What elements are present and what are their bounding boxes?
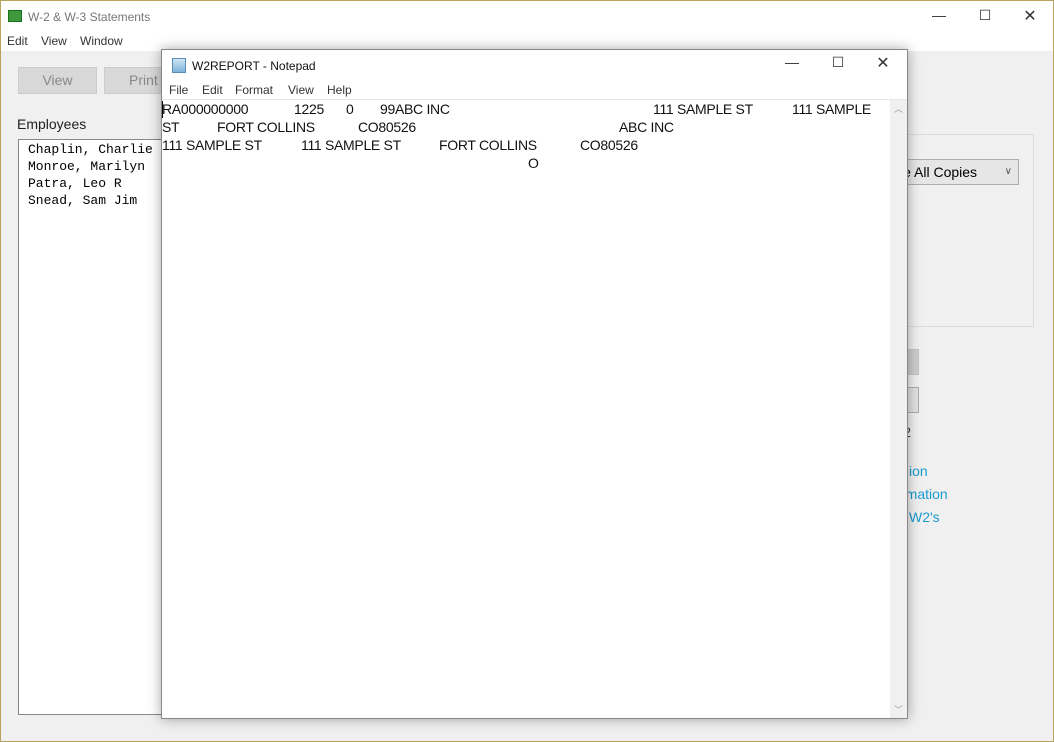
notepad-menu-bar: File Edit Format View Help xyxy=(162,80,907,100)
list-item[interactable]: Snead, Sam Jim xyxy=(28,192,168,209)
minimize-button[interactable]: — xyxy=(916,7,962,23)
menu-edit[interactable]: Edit xyxy=(202,83,223,97)
menu-view[interactable]: View xyxy=(288,83,314,97)
list-item[interactable]: Patra, Leo R xyxy=(28,175,168,192)
list-item[interactable]: Chaplin, Charlie xyxy=(28,141,168,158)
menu-help[interactable]: Help xyxy=(327,83,352,97)
app-icon xyxy=(8,10,22,22)
scroll-up-icon[interactable]: ︿ xyxy=(894,102,903,115)
view-button[interactable]: View xyxy=(18,67,97,94)
notepad-minimize-button[interactable]: — xyxy=(769,54,815,70)
text-token: RA000000000 xyxy=(162,101,249,117)
text-token: ST xyxy=(162,119,180,135)
text-token: 111 SAMPLE ST xyxy=(301,137,401,153)
text-token: CO80526 xyxy=(580,137,638,153)
text-token: 111 SAMPLE ST xyxy=(653,101,753,117)
menu-view[interactable]: View xyxy=(41,34,67,48)
menu-file[interactable]: File xyxy=(169,83,188,97)
text-token: ABC INC xyxy=(619,119,674,135)
vertical-scrollbar[interactable]: ︿ ﹀ xyxy=(890,100,907,718)
text-token: 0 xyxy=(346,101,354,117)
menu-format[interactable]: Format xyxy=(235,83,273,97)
menu-edit[interactable]: Edit xyxy=(7,34,28,48)
list-item[interactable]: Monroe, Marilyn xyxy=(28,158,168,175)
text-caret xyxy=(162,101,163,118)
text-token: 1225 xyxy=(294,101,324,117)
notepad-maximize-button[interactable]: ☐ xyxy=(815,54,861,71)
notepad-close-button[interactable]: ✕ xyxy=(860,53,906,73)
chevron-down-icon: ∨ xyxy=(1004,166,1012,177)
text-token: FORT COLLINS xyxy=(217,119,315,135)
employees-label: Employees xyxy=(17,116,87,132)
text-token: 99ABC INC xyxy=(380,101,450,117)
window-title: W-2 & W-3 Statements xyxy=(28,10,151,24)
menu-bar: Edit View Window xyxy=(1,31,1053,51)
notepad-window: W2REPORT - Notepad — ☐ ✕ File Edit Forma… xyxy=(161,49,908,719)
text-token: FORT COLLINS xyxy=(439,137,537,153)
notepad-text-area[interactable]: RA000000000 1225 0 99ABC INC 111 SAMPLE ST 11… xyxy=(162,100,890,718)
close-button[interactable]: ✕ xyxy=(1007,6,1053,26)
text-token: 111 SAMPLE ST xyxy=(162,137,262,153)
maximize-button[interactable]: ☐ xyxy=(962,7,1008,24)
menu-window[interactable]: Window xyxy=(80,34,123,48)
scroll-down-icon[interactable]: ﹀ xyxy=(894,703,903,716)
notepad-icon xyxy=(172,58,186,73)
employees-list[interactable]: Chaplin, Charlie Monroe, Marilyn Patra, … xyxy=(18,139,178,715)
text-token: 111 SAMPLE xyxy=(792,101,871,117)
title-bar: W-2 & W-3 Statements — ☐ ✕ xyxy=(1,1,1053,31)
notepad-title: W2REPORT - Notepad xyxy=(192,59,316,73)
text-token: O xyxy=(528,155,539,171)
text-token: CO80526 xyxy=(358,119,416,135)
